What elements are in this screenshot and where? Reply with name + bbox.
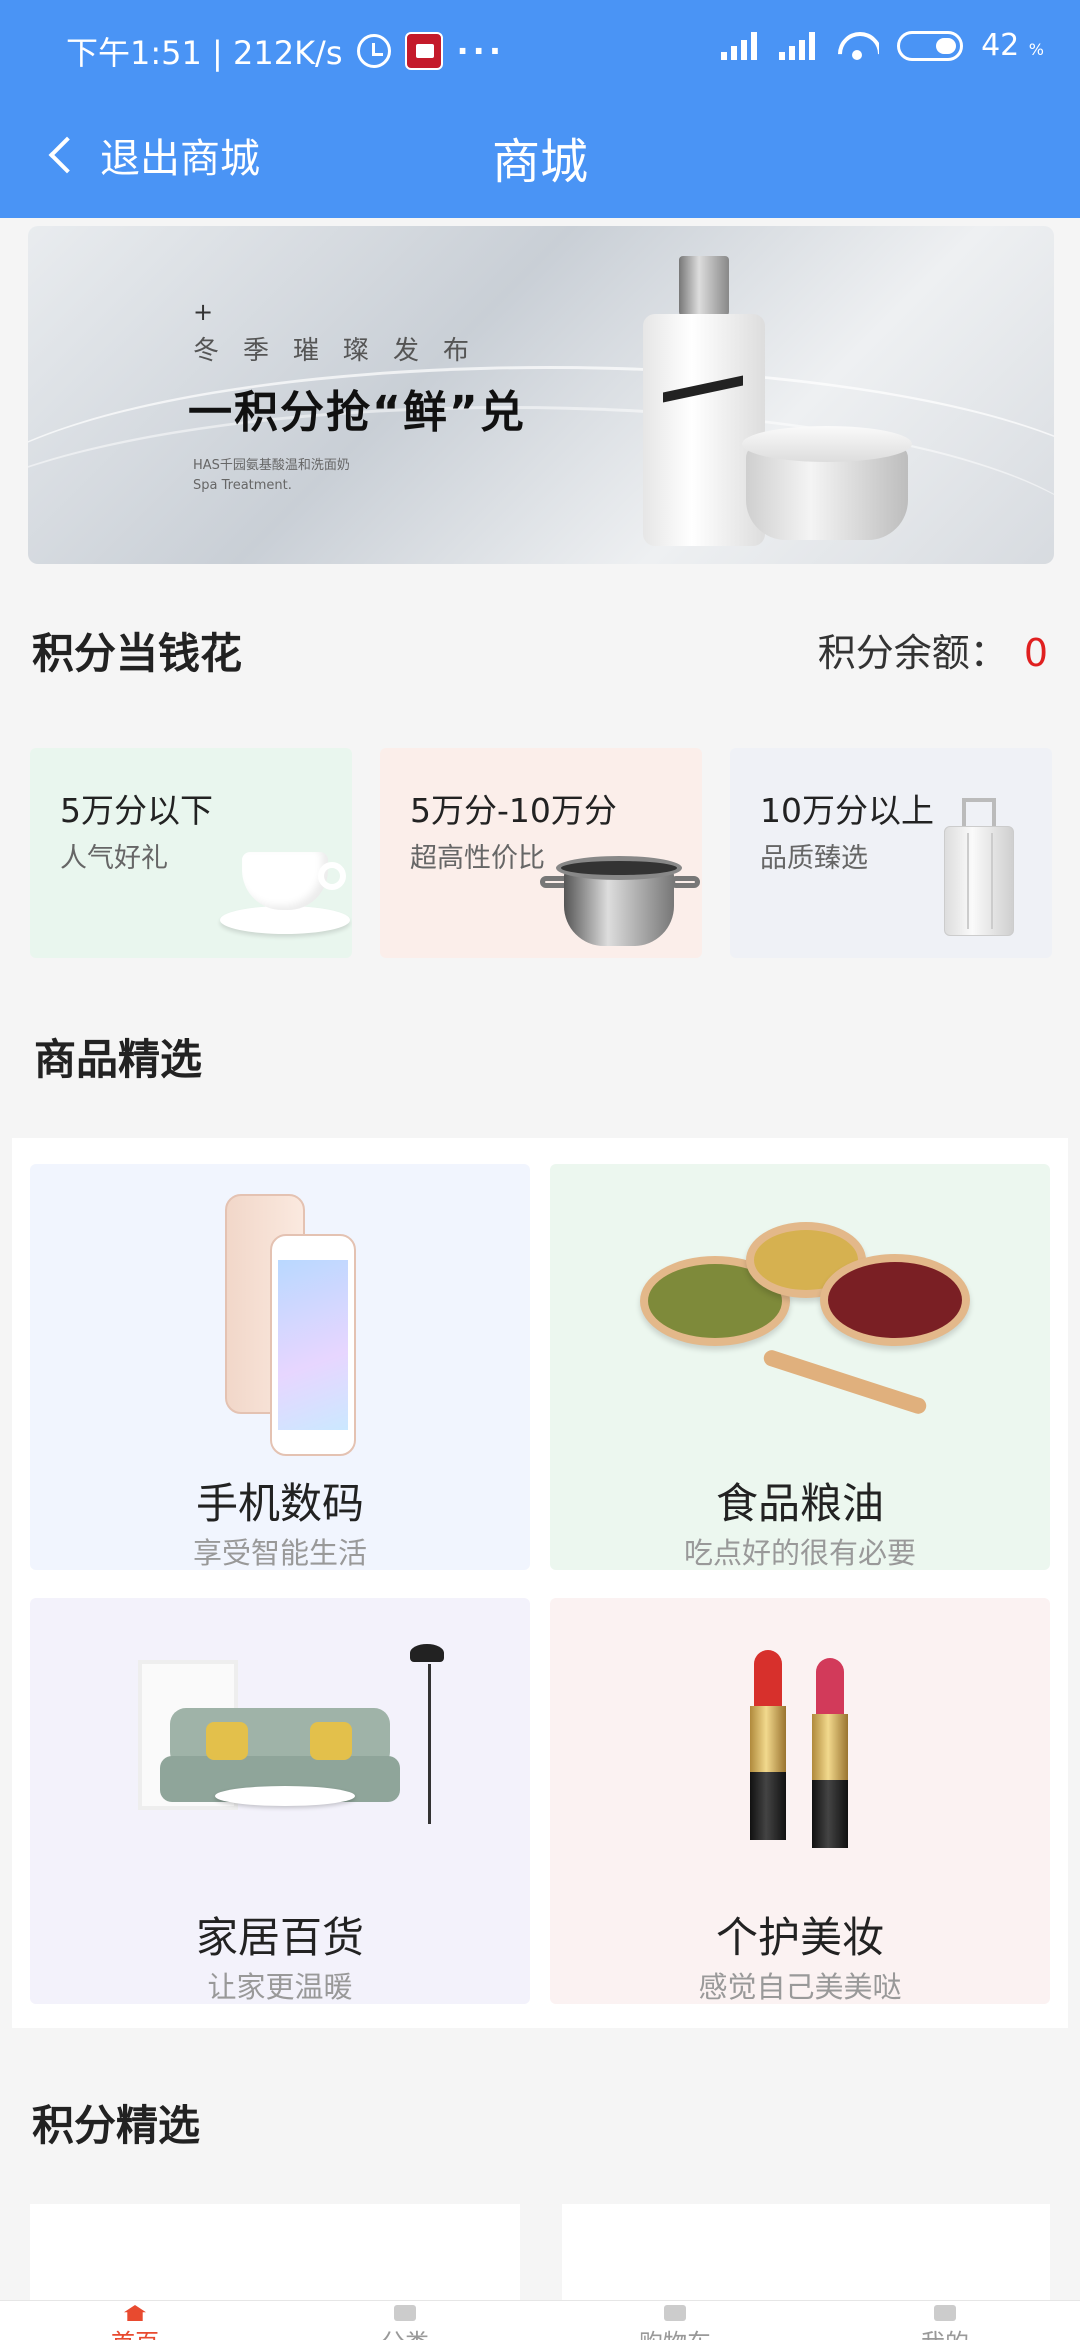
points-picks-title: 积分精选 [32, 2101, 201, 2150]
top-bar: 下午1:51 | 212K/s ··· 42 % 商城 退出商城 [0, 0, 1080, 218]
cream-jar-image [742, 426, 912, 546]
nav-label: 首页 [0, 2323, 270, 2340]
category-desc: 让家更温暖 [207, 1970, 353, 2004]
balance-label: 积分余额： [817, 631, 1008, 675]
app-notification-icon [404, 32, 443, 70]
tier-subtitle: 品质臻选 [760, 843, 868, 874]
category-home[interactable]: 家居百货 让家更温暖 [30, 1598, 530, 2004]
tier-over-100k[interactable]: 10万分以上 品质臻选 [730, 748, 1052, 958]
battery-level: 42 % [981, 28, 1044, 63]
chevron-left-icon [48, 136, 86, 174]
alarm-icon [356, 34, 391, 68]
status-time: 下午1:51 | 212K/s [66, 34, 343, 72]
lipstick-image [750, 1650, 786, 1840]
featured-section-title: 商品精选 [34, 1035, 203, 1084]
category-name: 食品粮油 [715, 1479, 884, 1528]
grid-icon [394, 2305, 416, 2321]
category-name: 个护美妆 [715, 1913, 884, 1962]
category-name: 家居百货 [195, 1913, 364, 1962]
category-desc: 吃点好的很有必要 [683, 1536, 916, 1570]
cart-icon [664, 2305, 686, 2321]
user-icon [934, 2305, 956, 2321]
banner-small-text: HAS千园氨基酸温和洗面奶 [193, 458, 350, 473]
signal-icon [779, 31, 819, 60]
points-balance: 积分余额： 0 [818, 622, 1048, 677]
banner-plus: + [193, 298, 214, 326]
points-section-title: 积分当钱花 [32, 629, 243, 678]
nav-home[interactable]: 首页 [0, 2305, 270, 2340]
more-notifications: ··· [456, 32, 505, 70]
tier-50k-100k[interactable]: 5万分-10万分 超高性价比 [380, 748, 702, 958]
pot-image [540, 856, 700, 952]
exit-mall-label: 退出商城 [100, 136, 260, 182]
category-desc: 感觉自己美美哒 [698, 1970, 902, 2004]
lipstick-image [812, 1658, 848, 1848]
category-name: 手机数码 [195, 1479, 364, 1528]
category-desc: 享受智能生活 [192, 1536, 367, 1570]
tier-subtitle: 人气好礼 [60, 843, 168, 874]
teacup-image [220, 852, 350, 942]
nav-me[interactable]: 我的 [810, 2305, 1080, 2340]
battery-icon [897, 30, 964, 61]
tier-title: 5万分-10万分 [410, 791, 617, 830]
nav-label: 我的 [810, 2323, 1080, 2340]
signal-icon [721, 31, 761, 60]
nav-header: 商城 退出商城 [0, 100, 1080, 218]
wifi-icon [837, 30, 879, 62]
nav-label: 购物车 [540, 2323, 810, 2340]
tier-subtitle: 超高性价比 [410, 843, 545, 874]
promo-banner[interactable]: + 冬季璀璨发布 一积分抢“鲜”兑 HAS千园氨基酸温和洗面奶 Spa Trea… [28, 226, 1054, 564]
tier-title: 10万分以上 [760, 791, 934, 830]
category-grid: 手机数码 享受智能生活 食品粮油 吃点好的很有必要 家居百货 让家更温暖 个护美… [12, 1138, 1068, 2028]
exit-mall-button[interactable]: 退出商城 [44, 126, 260, 184]
banner-headline: 一积分抢“鲜”兑 [188, 387, 526, 438]
floor-lamp-image [400, 1644, 460, 1824]
category-digital[interactable]: 手机数码 享受智能生活 [30, 1164, 530, 1570]
bottom-nav: 首页 分类 购物车 我的 [0, 2300, 1080, 2340]
banner-subtitle: 冬季璀璨发布 [193, 336, 494, 366]
category-beauty[interactable]: 个护美妆 感觉自己美美哒 [550, 1598, 1050, 2004]
banner-small-text: Spa Treatment. [193, 478, 292, 493]
nav-cart[interactable]: 购物车 [540, 2305, 810, 2340]
balance-value: 0 [1023, 631, 1048, 675]
spoon-image [761, 1348, 929, 1416]
home-icon [124, 2305, 146, 2321]
tier-title: 5万分以下 [60, 791, 213, 830]
nav-category[interactable]: 分类 [270, 2305, 540, 2340]
nav-label: 分类 [270, 2323, 540, 2340]
coffee-table-image [215, 1786, 355, 1806]
tier-under-50k[interactable]: 5万分以下 人气好礼 [30, 748, 352, 958]
phone-image [270, 1234, 356, 1456]
suitcase-image [944, 798, 1014, 948]
red-bean-bowl-image [820, 1254, 970, 1346]
status-bar: 下午1:51 | 212K/s ··· 42 % [0, 0, 1080, 100]
category-food[interactable]: 食品粮油 吃点好的很有必要 [550, 1164, 1050, 1570]
